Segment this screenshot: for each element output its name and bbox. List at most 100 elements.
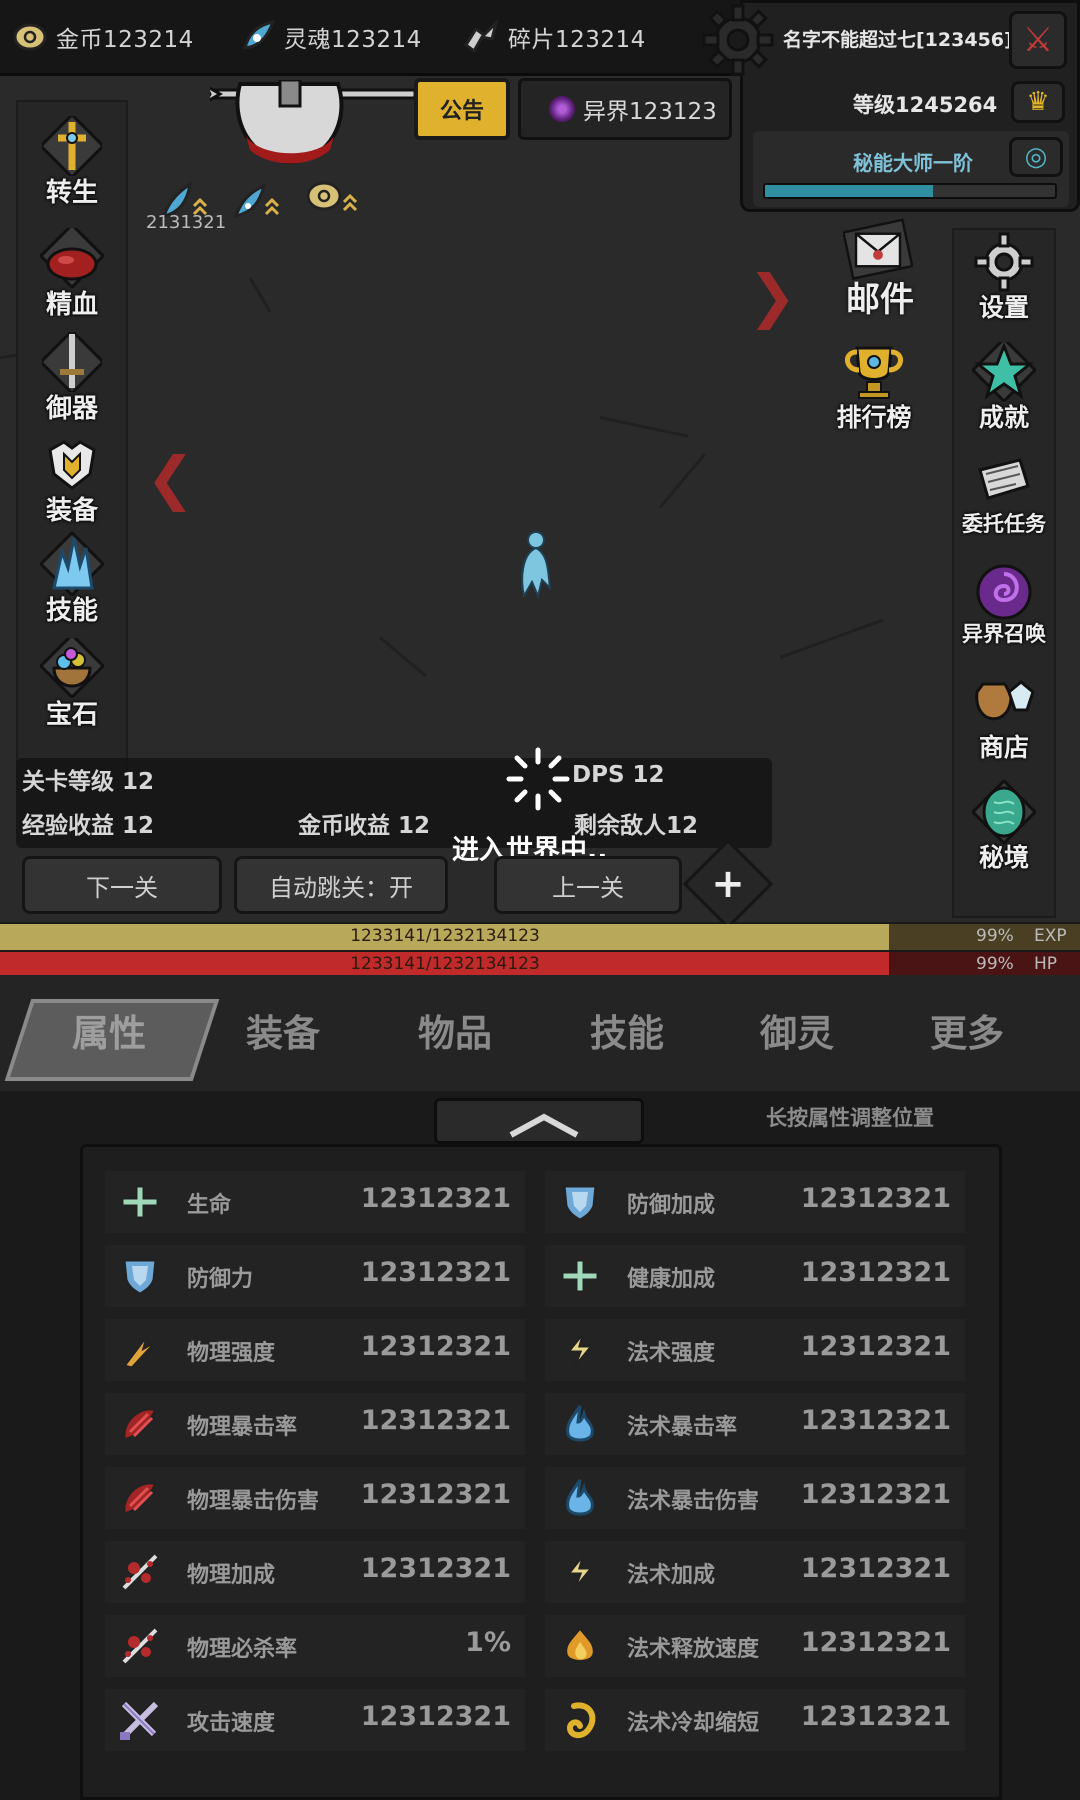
- menu-settings[interactable]: 设置: [948, 230, 1060, 330]
- attribute-value: 12312321: [800, 1405, 951, 1436]
- menu-rebirth[interactable]: 转生: [18, 114, 126, 214]
- attribute-row[interactable]: 法术暴击率 12312321: [545, 1393, 965, 1455]
- soul-buff-icon-2[interactable]: [232, 180, 282, 231]
- hero-character: [512, 530, 558, 600]
- tab-spirits[interactable]: 御灵: [760, 1003, 834, 1057]
- attribute-row[interactable]: 法术暴击伤害 12312321: [545, 1467, 965, 1529]
- buff-value: 2131321: [146, 212, 227, 233]
- attribute-row[interactable]: 生命 12312321: [105, 1171, 525, 1233]
- prev-page-arrow-icon[interactable]: ❮: [146, 444, 195, 512]
- player-title: 秘能大师一阶: [853, 151, 973, 175]
- attribute-value: 12312321: [360, 1183, 511, 1214]
- attribute-row[interactable]: 物理暴击伤害 12312321: [105, 1467, 525, 1529]
- attribute-row[interactable]: 法术冷却缩短 12312321: [545, 1689, 965, 1751]
- crossed-swords-icon[interactable]: ⚔: [1009, 11, 1067, 69]
- otherworld-amount: 异界123123: [583, 99, 717, 125]
- attribute-value: 12312321: [800, 1701, 951, 1732]
- menu-label: 装备: [45, 496, 98, 526]
- attribute-name: 防御力: [187, 1267, 254, 1292]
- attribute-value: 12312321: [360, 1553, 511, 1584]
- auto-skip-button[interactable]: 自动跳关：开: [234, 856, 448, 914]
- crown-icon[interactable]: ♛: [1011, 81, 1065, 123]
- currency-soul[interactable]: 灵魂123214: [236, 14, 422, 60]
- notice-button[interactable]: 公告: [414, 78, 510, 140]
- gear-icon: [969, 230, 1039, 294]
- attribute-row[interactable]: 法术强度 12312321: [545, 1319, 965, 1381]
- blood-icon: [37, 226, 107, 290]
- collapse-button[interactable]: [434, 1098, 644, 1144]
- attribute-row[interactable]: 物理加成 12312321: [105, 1541, 525, 1603]
- menu-secret-realm[interactable]: 秘境: [948, 780, 1060, 880]
- attribute-name: 物理暴击率: [187, 1415, 298, 1440]
- menu-skill[interactable]: 技能: [18, 532, 126, 632]
- attribute-row[interactable]: 物理强度 12312321: [105, 1319, 525, 1381]
- gem-bag-icon: [37, 636, 107, 700]
- currency-fragment[interactable]: 碎片123214: [460, 14, 646, 60]
- loading-spinner-icon: [505, 746, 571, 818]
- tab-skills[interactable]: 技能: [590, 1003, 664, 1057]
- menu-label: 秘境: [978, 843, 1029, 872]
- attribute-row[interactable]: 法术释放速度 12312321: [545, 1615, 965, 1677]
- menu-gem[interactable]: 宝石: [18, 636, 126, 736]
- next-stage-button[interactable]: 下一关: [22, 856, 222, 914]
- menu-otherworld-summon[interactable]: 异界召唤: [948, 560, 1060, 660]
- attribute-row[interactable]: 健康加成 12312321: [545, 1245, 965, 1307]
- attribute-row[interactable]: 法术加成 12312321: [545, 1541, 965, 1603]
- stage-info-panel: 关卡等级 12 DPS 12 经验收益 12 金币收益 12 剩余敌人12: [16, 758, 772, 848]
- menu-ranking[interactable]: 排行榜: [818, 340, 930, 440]
- menu-commission[interactable]: 委托任务: [948, 450, 1060, 550]
- otherworld-currency[interactable]: 异界123123: [518, 78, 732, 140]
- menu-label: 商店: [978, 733, 1029, 762]
- menu-equipment[interactable]: 装备: [18, 432, 126, 532]
- gold-buff-icon[interactable]: [304, 176, 360, 227]
- settings-gear-icon[interactable]: [700, 2, 776, 78]
- sword-icon: [37, 330, 107, 394]
- attribute-name: 法术加成: [627, 1563, 716, 1588]
- attribute-value: 12312321: [800, 1257, 951, 1288]
- menu-achievement[interactable]: 成就: [948, 340, 1060, 440]
- attribute-row[interactable]: 防御加成 12312321: [545, 1171, 965, 1233]
- menu-label: 技能: [45, 596, 98, 626]
- menu-artifact[interactable]: 御器: [18, 330, 126, 430]
- menu-label: 转生: [45, 178, 98, 208]
- shield-icon: [555, 1179, 605, 1225]
- menu-shop[interactable]: 商店: [948, 670, 1060, 770]
- gold-income: 金币收益 12: [298, 813, 431, 839]
- tab-more[interactable]: 更多: [930, 1003, 1004, 1057]
- armor-icon: [37, 432, 107, 496]
- spiral-icon[interactable]: ◎: [1009, 137, 1063, 177]
- stage-level: 关卡等级 12: [22, 769, 155, 795]
- tab-items[interactable]: 物品: [418, 1003, 492, 1057]
- menu-label: 委托任务: [962, 512, 1046, 536]
- menu-label: 成就: [978, 403, 1029, 432]
- attribute-name: 生命: [187, 1193, 232, 1218]
- portal-icon: [969, 560, 1039, 624]
- exp-value: 1233141/1232134123: [350, 926, 540, 946]
- currency-bar: 金币123214 灵魂123214 碎片123214: [0, 0, 740, 76]
- blue-flame-icon: [555, 1475, 605, 1521]
- fragment-icon: [460, 15, 504, 59]
- fragment-amount: 碎片123214: [508, 27, 646, 53]
- cross-icon: [37, 114, 107, 178]
- attribute-row[interactable]: 物理暴击率 12312321: [105, 1393, 525, 1455]
- prev-stage-button[interactable]: 上一关: [494, 856, 682, 914]
- attribute-value: 12312321: [360, 1405, 511, 1436]
- attribute-name: 法术强度: [627, 1341, 716, 1366]
- health-cross-icon: [555, 1253, 605, 1299]
- fire-icon: [555, 1623, 605, 1669]
- tab-equipment[interactable]: 装备: [246, 1003, 320, 1057]
- attribute-name: 法术暴击率: [627, 1415, 738, 1440]
- currency-gold[interactable]: 金币123214: [8, 14, 194, 60]
- attribute-row[interactable]: 防御力 12312321: [105, 1245, 525, 1307]
- trophy-icon: [839, 340, 909, 404]
- gold-coin-icon: [8, 15, 52, 59]
- next-page-arrow-icon[interactable]: ❯: [748, 262, 797, 330]
- player-panel[interactable]: 名字不能超过七[123456] ⚔ 等级1245264 ♛ 秘能大师一阶 ◎: [740, 0, 1080, 212]
- tab-attributes[interactable]: 属性: [72, 1003, 146, 1057]
- menu-essence[interactable]: 精血: [18, 226, 126, 326]
- attribute-row[interactable]: 攻击速度 12312321: [105, 1689, 525, 1751]
- menu-label: 异界召唤: [962, 622, 1046, 646]
- attribute-row[interactable]: 物理必杀率 1%: [105, 1615, 525, 1677]
- attribute-value: 12312321: [360, 1479, 511, 1510]
- blood-splash-icon: [115, 1623, 165, 1669]
